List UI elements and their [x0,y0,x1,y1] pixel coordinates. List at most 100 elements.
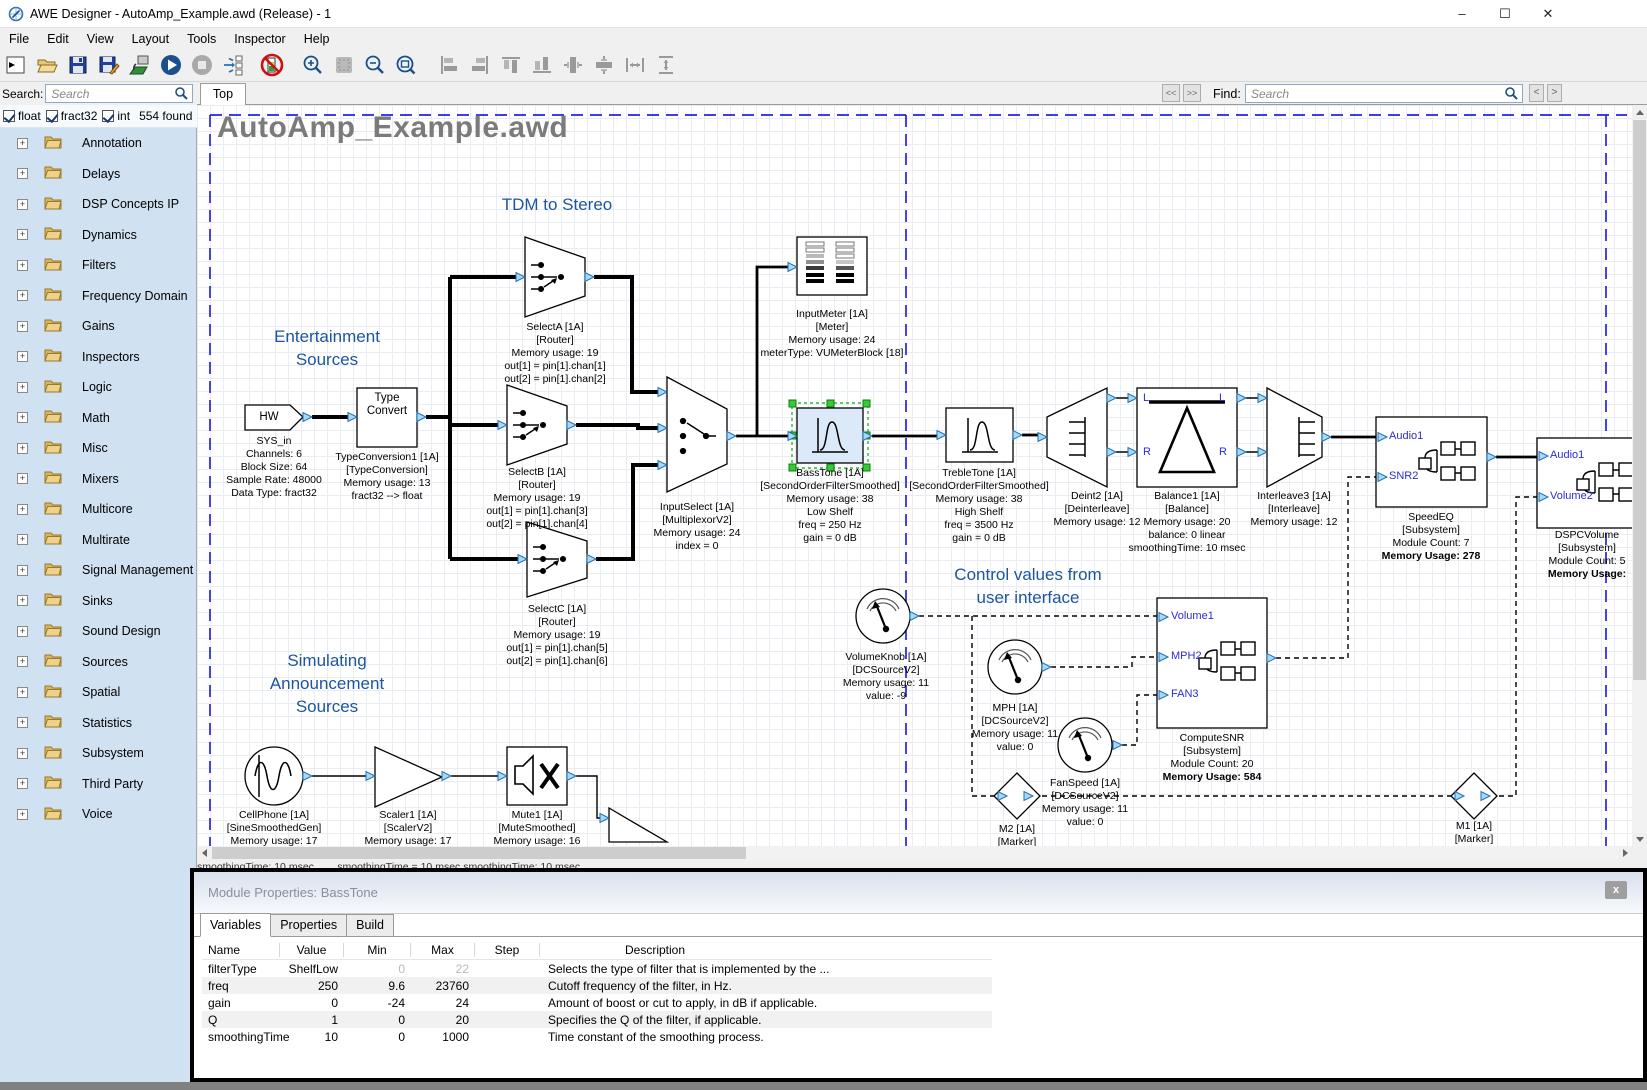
connect-target-icon[interactable] [128,53,152,77]
variable-row[interactable]: freq 250 9.6 23760 Cutoff frequency of t… [202,977,992,994]
zoom-window-icon[interactable] [394,53,418,77]
find-back-button[interactable]: < [1529,84,1544,102]
horizontal-scroll-thumb[interactable] [212,847,746,859]
sidebar-item[interactable]: + Sinks [0,586,196,617]
menu-item[interactable]: Help [295,30,339,48]
tab-top[interactable]: Top [200,83,246,105]
expand-icon[interactable]: + [17,656,28,667]
open-icon[interactable] [35,53,59,77]
tab-build[interactable]: Build [346,914,394,937]
expand-icon[interactable]: + [17,748,28,759]
find-next-button[interactable]: >> [1183,84,1201,102]
menu-item[interactable]: Inspector [225,30,294,48]
expand-icon[interactable]: + [17,351,28,362]
expand-icon[interactable]: + [17,290,28,301]
scroll-down-icon[interactable] [1632,832,1647,846]
sidebar-item[interactable]: + Voice [0,799,196,830]
node-inputmeter[interactable] [797,237,867,295]
sidebar-item[interactable]: + Mixers [0,464,196,495]
expand-icon[interactable]: + [17,534,28,545]
node-mute1[interactable] [507,747,567,805]
checkbox-fract32[interactable] [46,110,58,122]
module-search-input[interactable]: Search [45,84,193,103]
minimize-button[interactable]: – [1447,4,1477,24]
close-button[interactable]: ✕ [1533,4,1563,24]
sidebar-item[interactable]: + Signal Management [0,555,196,586]
zoom-in-icon[interactable] [301,53,325,77]
sidebar-item[interactable]: + Logic [0,372,196,403]
node-mph[interactable] [988,640,1042,694]
design-canvas[interactable]: AutoAmp_Example.awd TDM to Stereo Entert… [197,105,1632,846]
vertical-scrollbar[interactable] [1632,105,1647,846]
expand-icon[interactable]: + [17,138,28,149]
node-selecta[interactable] [525,237,585,317]
expand-icon[interactable]: + [17,626,28,637]
sidebar-item[interactable]: + Frequency Domain [0,281,196,312]
sidebar-item[interactable]: + Statistics [0,708,196,739]
expand-icon[interactable]: + [17,809,28,820]
sidebar-item[interactable]: + Gains [0,311,196,342]
expand-icon[interactable]: + [17,778,28,789]
tab-properties[interactable]: Properties [270,914,347,937]
panel-title-bar[interactable]: Module Properties: BassTone x [194,872,1643,914]
vertical-scroll-thumb[interactable] [1633,120,1646,680]
find-input[interactable]: Search [1245,84,1523,103]
expand-icon[interactable]: + [17,595,28,606]
node-selectc[interactable] [527,522,587,597]
sidebar-item[interactable]: + Sources [0,647,196,678]
sidebar-item[interactable]: + Inspectors [0,342,196,373]
sidebar-item[interactable]: + Delays [0,159,196,190]
profile-disabled-icon[interactable] [260,53,284,77]
node-interleave3[interactable] [1267,388,1322,487]
expand-icon[interactable]: + [17,229,28,240]
expand-icon[interactable]: + [17,473,28,484]
checkbox-int[interactable] [102,110,114,122]
node-cellphone[interactable] [245,747,303,805]
sidebar-item[interactable]: + Misc [0,433,196,464]
zoom-out-icon[interactable] [363,53,387,77]
expand-icon[interactable]: + [17,717,28,728]
horizontal-scrollbar[interactable] [197,846,1632,860]
expand-icon[interactable]: + [17,260,28,271]
node-volumeknob[interactable] [856,589,910,643]
sidebar-item[interactable]: + Multicore [0,494,196,525]
zoom-selection-icon[interactable] [332,53,356,77]
panel-close-button[interactable]: x [1605,881,1627,899]
sidebar-item[interactable]: + Math [0,403,196,434]
expand-icon[interactable]: + [17,504,28,515]
sidebar-item[interactable]: + Dynamics [0,220,196,251]
sidebar-item[interactable]: + Multirate [0,525,196,556]
propagate-changes-icon[interactable] [221,53,245,77]
sidebar-item[interactable]: + Sound Design [0,616,196,647]
menu-item[interactable]: Edit [38,30,78,48]
sidebar-item[interactable]: + Third Party [0,769,196,800]
node-inputselect[interactable] [667,377,727,492]
expand-icon[interactable]: + [17,412,28,423]
variable-row[interactable]: filterType ShelfLow 0 22 Selects the typ… [202,960,992,977]
expand-icon[interactable]: + [17,443,28,454]
find-forward-button[interactable]: > [1547,84,1562,102]
sidebar-item[interactable]: + Filters [0,250,196,281]
save-icon[interactable] [66,53,90,77]
node-selectb[interactable] [507,385,567,465]
sidebar-item[interactable]: + Annotation [0,128,196,159]
variable-row[interactable]: Q 1 0 20 Specifies the Q of the filter, … [202,1011,992,1028]
scroll-right-icon[interactable] [1618,846,1632,860]
expand-icon[interactable]: + [17,321,28,332]
scroll-up-icon[interactable] [1632,105,1647,119]
sidebar-item[interactable]: + Spatial [0,677,196,708]
checkbox-float[interactable] [3,110,15,122]
expand-icon[interactable]: + [17,168,28,179]
node-trebletone[interactable] [946,408,1013,462]
tab-variables[interactable]: Variables [200,913,271,937]
sidebar-item[interactable]: + DSP Concepts IP [0,189,196,220]
find-prev-button[interactable]: << [1162,84,1180,102]
variable-row[interactable]: smoothingTime 10 0 1000 Time constant of… [202,1028,992,1045]
play-icon[interactable] [159,53,183,77]
expand-icon[interactable]: + [17,382,28,393]
new-icon[interactable] [4,53,28,77]
variable-row[interactable]: gain 0 -24 24 Amount of boost or cut to … [202,994,992,1011]
expand-icon[interactable]: + [17,687,28,698]
menu-item[interactable]: View [78,30,123,48]
menu-item[interactable]: File [0,30,38,48]
